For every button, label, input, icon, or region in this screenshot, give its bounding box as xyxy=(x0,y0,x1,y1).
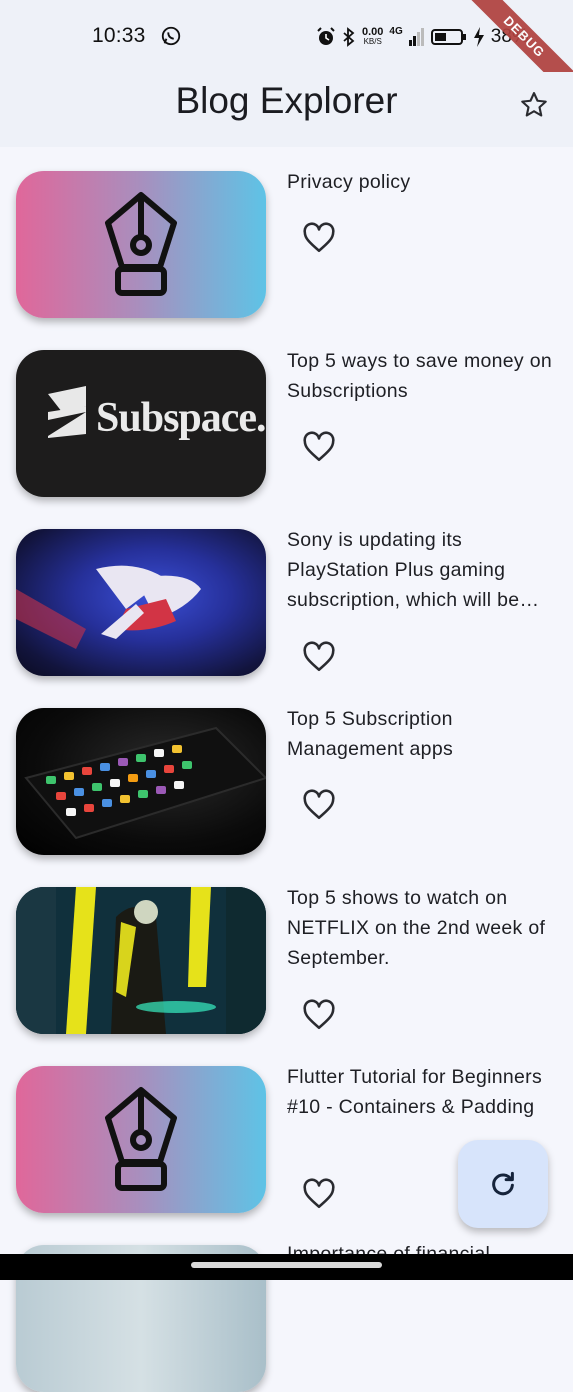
pen-logo-icon xyxy=(105,192,177,296)
status-icons: 0.00 KB/S 4G 38% xyxy=(316,24,529,50)
favorite-button[interactable] xyxy=(300,639,338,675)
whatsapp-icon xyxy=(161,26,181,46)
bluetooth-icon xyxy=(343,27,355,47)
status-time: 10:33 xyxy=(92,24,146,47)
post-thumbnail[interactable]: Subspace. xyxy=(16,350,266,497)
system-nav-bar xyxy=(0,1254,573,1280)
heart-outline-icon xyxy=(303,789,335,820)
post-thumbnail[interactable] xyxy=(16,1066,266,1213)
post-thumbnail[interactable] xyxy=(16,171,266,318)
refresh-icon xyxy=(492,1171,514,1196)
post-thumbnail[interactable] xyxy=(16,887,266,1034)
post-title[interactable]: Privacy policy xyxy=(287,167,559,197)
favorite-button[interactable] xyxy=(300,997,338,1033)
heart-outline-icon xyxy=(303,1178,335,1209)
post-thumbnail[interactable] xyxy=(16,708,266,855)
favorites-button[interactable] xyxy=(516,87,552,123)
app-bar: Blog Explorer xyxy=(0,72,573,147)
charging-icon xyxy=(473,27,484,47)
signal-icon xyxy=(408,28,424,46)
post-title[interactable]: Flutter Tutorial for Beginners #10 - Con… xyxy=(287,1062,559,1122)
heart-outline-icon xyxy=(303,222,335,253)
post-title[interactable]: Sony is updating its PlayStation Plus ga… xyxy=(287,525,559,615)
network-speed: 0.00 KB/S xyxy=(362,26,384,47)
heart-outline-icon xyxy=(303,641,335,672)
favorite-button[interactable] xyxy=(300,1176,338,1212)
post-title[interactable]: Top 5 ways to save money on Subscription… xyxy=(287,346,559,406)
phone-apps-image xyxy=(24,726,266,840)
star-outline-icon xyxy=(521,92,547,117)
cyberpunk-artwork-image xyxy=(16,887,266,1034)
heart-outline-icon xyxy=(303,999,335,1030)
page-title: Blog Explorer xyxy=(175,80,398,121)
favorite-button[interactable] xyxy=(300,220,338,256)
favorite-button[interactable] xyxy=(300,787,338,823)
network-type: 4G xyxy=(389,25,403,37)
subspace-logo-text: Subspace. xyxy=(96,395,266,441)
favorite-button[interactable] xyxy=(300,429,338,465)
post-title[interactable]: Top 5 shows to watch on NETFLIX on the 2… xyxy=(287,883,559,973)
pen-logo-icon xyxy=(105,1087,177,1191)
refresh-button[interactable] xyxy=(458,1140,548,1228)
home-gesture-handle[interactable] xyxy=(191,1262,382,1268)
post-title[interactable]: Top 5 Subscription Management apps xyxy=(287,704,559,764)
heart-outline-icon xyxy=(303,431,335,462)
playstation-logo-icon xyxy=(16,565,201,649)
post-thumbnail[interactable] xyxy=(16,529,266,676)
alarm-icon xyxy=(317,27,335,45)
battery-icon xyxy=(430,29,466,45)
